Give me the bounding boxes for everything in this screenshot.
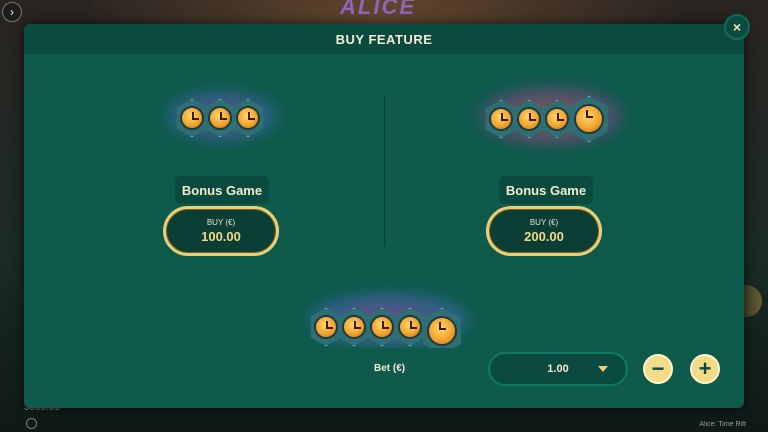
clock-icon	[568, 96, 610, 142]
feature-name: Bonus Game	[181, 182, 263, 198]
info-icon	[26, 418, 37, 429]
bet-label: Bet (€)	[374, 363, 406, 374]
plus-icon: +	[698, 356, 712, 381]
backdrop-logo: ALICE	[340, 0, 416, 19]
divider	[384, 96, 385, 246]
buy-price: 200.00	[524, 229, 564, 244]
feature-name-box-1: Bonus Game	[175, 176, 269, 204]
buy-feature-button-1[interactable]: BUY (€) 100.00	[163, 206, 279, 256]
bet-increase-button[interactable]: +	[690, 354, 720, 384]
close-button[interactable]: ×	[724, 14, 750, 40]
feature-art-2	[470, 74, 630, 164]
chevron-right-icon[interactable]: ›	[2, 2, 22, 22]
clock-icon	[421, 308, 463, 348]
feature-art-1	[158, 78, 288, 158]
feature-name-box-2: Bonus Game	[499, 176, 593, 204]
buy-feature-button-2[interactable]: BUY (€) 200.00	[486, 206, 602, 256]
feature-name: Bonus Game	[505, 182, 587, 198]
chevron-down-icon	[598, 366, 608, 372]
bet-decrease-button[interactable]: −	[643, 354, 673, 384]
bet-value: 1.00	[547, 363, 569, 375]
panel-title: BUY FEATURE	[335, 31, 433, 47]
feature-art-3	[294, 286, 484, 348]
close-icon: ×	[732, 19, 742, 35]
buy-label: BUY (€)	[529, 218, 559, 227]
backdrop-game-name: Alice: Time Rift	[699, 421, 746, 428]
buy-feature-panel: BUY FEATURE Bonus Game BUY (€) 100.00 Bo…	[24, 24, 744, 408]
panel-header: BUY FEATURE	[24, 24, 744, 54]
buy-price: 100.00	[201, 229, 241, 244]
clock-icon	[231, 99, 265, 137]
bet-select[interactable]: 1.00	[488, 352, 628, 386]
minus-icon: −	[651, 356, 665, 381]
buy-label: BUY (€)	[206, 218, 236, 227]
